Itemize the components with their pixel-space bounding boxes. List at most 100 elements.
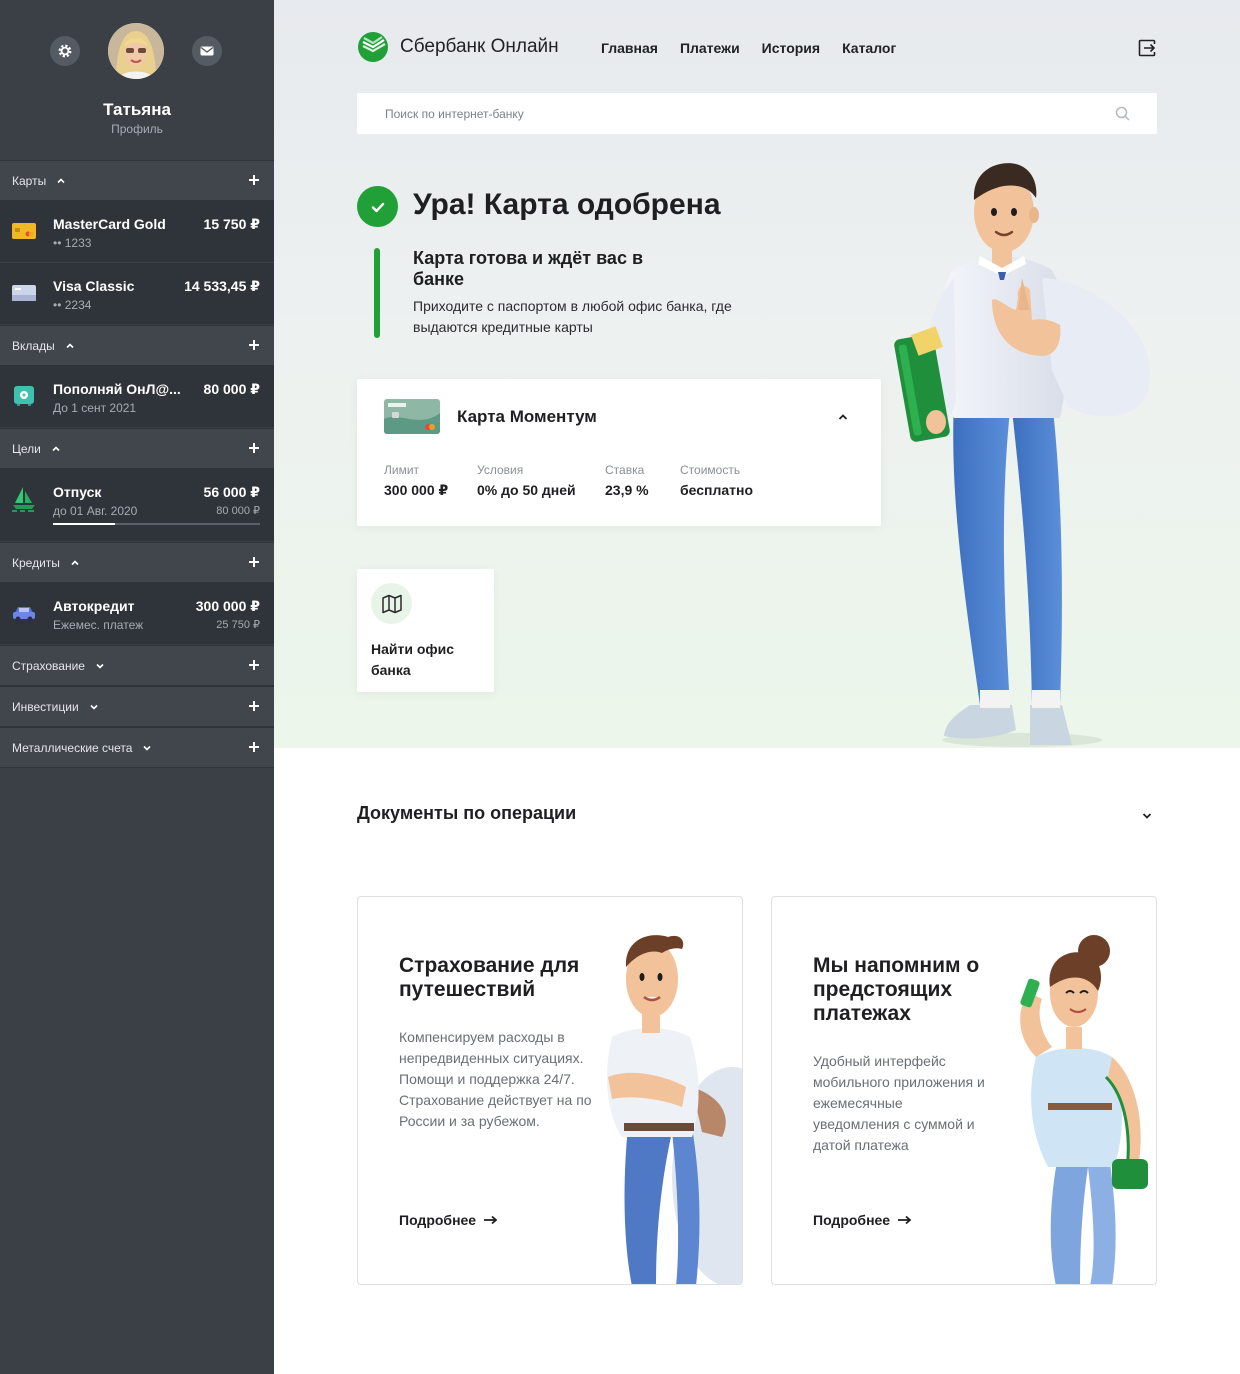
card-title: Карта Моментум [457, 407, 597, 426]
add-insurance-icon[interactable] [248, 659, 260, 671]
credit-payment: 25 750 ₽ [216, 619, 260, 631]
section-label: Вклады [12, 338, 55, 353]
section-insurance-header[interactable]: Страхование [0, 645, 274, 686]
momentum-card-image [384, 399, 440, 434]
section-metal-header[interactable]: Металлические счета [0, 727, 274, 768]
section-label: Карты [12, 173, 47, 188]
profile-block: Татьяна Профиль [0, 0, 274, 160]
profile-link[interactable]: Профиль [0, 122, 274, 136]
brand-logo[interactable]: Сбербанк Онлайн [357, 31, 559, 63]
param-conditions: Условия 0% до 50 дней [477, 463, 576, 498]
credit-name: Автокредит [53, 598, 135, 614]
param-label: Лимит [384, 463, 420, 477]
chevron-up-icon[interactable] [837, 411, 849, 423]
search-box [357, 93, 1157, 134]
credit-payment-label: Ежемес. платеж [53, 618, 144, 632]
documents-title[interactable]: Документы по операции [357, 803, 576, 824]
avatar[interactable] [108, 23, 164, 79]
arrow-right-icon [898, 1215, 912, 1225]
ready-text: Приходите с паспортом в любой офис банка… [413, 298, 732, 335]
chevron-down-icon[interactable] [95, 661, 105, 671]
map-icon [381, 594, 402, 613]
goal-item[interactable]: Отпуск до 01 Авг. 2020 56 000 ₽ 80 000 ₽ [0, 469, 274, 542]
chevron-down-icon[interactable] [1141, 810, 1153, 822]
find-office-button[interactable]: Найти офис банка [357, 569, 494, 692]
goal-amount: 56 000 ₽ [203, 484, 260, 500]
profile-name[interactable]: Татьяна [0, 100, 274, 120]
logout-icon[interactable] [1137, 38, 1157, 58]
chevron-up-icon[interactable] [70, 558, 80, 568]
nav-history[interactable]: История [762, 40, 820, 56]
deposit-date: До 1 сент 2021 [53, 401, 137, 415]
promo-more-link[interactable]: Подробнее [813, 1212, 912, 1228]
search-icon[interactable] [1115, 106, 1130, 121]
section-label: Металлические счета [12, 740, 133, 755]
section-investments-header[interactable]: Инвестиции [0, 686, 274, 727]
add-goal-icon[interactable] [248, 442, 260, 454]
nav-catalog[interactable]: Каталог [842, 40, 896, 56]
goal-progress-fill [53, 523, 116, 525]
section-cards-header[interactable]: Карты [0, 160, 274, 201]
param-value: 23,9 % [605, 482, 649, 498]
goal-target: 80 000 ₽ [216, 505, 260, 517]
add-deposit-icon[interactable] [248, 339, 260, 351]
messages-button[interactable] [192, 36, 222, 66]
more-label: Подробнее [399, 1212, 477, 1228]
param-rate: Ставка 23,9 % [605, 463, 649, 498]
section-deposits-header[interactable]: Вклады [0, 325, 274, 366]
ready-title: Карта готова и ждёт вас в банке [413, 248, 644, 289]
chevron-up-icon[interactable] [56, 176, 66, 186]
search-input[interactable] [385, 93, 1085, 134]
card-number: •• 2234 [53, 298, 92, 312]
section-label: Цели [12, 441, 41, 456]
chevron-down-icon[interactable] [89, 702, 99, 712]
gear-icon [58, 44, 72, 58]
param-label: Условия [477, 463, 524, 477]
goal-name: Отпуск [53, 484, 102, 500]
nav-payments[interactable]: Платежи [680, 40, 740, 56]
card-name: Visa Classic [53, 278, 135, 294]
param-label: Ставка [605, 463, 645, 477]
card-balance: 14 533,45 ₽ [184, 278, 260, 294]
add-credit-icon[interactable] [248, 556, 260, 568]
credit-amount: 300 000 ₽ [195, 598, 260, 614]
card-number: •• 1233 [53, 236, 92, 250]
brand-name: Сбербанк Онлайн [400, 36, 559, 57]
goal-date: до 01 Авг. 2020 [53, 504, 138, 518]
promo-travel-insurance[interactable]: Страхование для путешествий Компенсируем… [357, 896, 743, 1285]
promo-text: Компенсируем расходы в непредвиденных си… [399, 1029, 592, 1129]
woman-phone-illustration [1020, 935, 1148, 1284]
checkmark-icon [371, 202, 384, 212]
param-value: 0% до 50 дней [477, 482, 576, 498]
chevron-up-icon[interactable] [51, 444, 61, 454]
credit-item[interactable]: Автокредит Ежемес. платеж 300 000 ₽ 25 7… [0, 583, 274, 645]
section-label: Инвестиции [12, 699, 79, 714]
chevron-down-icon[interactable] [142, 743, 152, 753]
mail-icon [200, 46, 214, 56]
param-limit: Лимит 300 000 ₽ [384, 463, 448, 499]
add-metal-account-icon[interactable] [248, 741, 260, 753]
section-goals-header[interactable]: Цели [0, 428, 274, 469]
card-item-mastercard[interactable]: MasterCard Gold •• 1233 15 750 ₽ [0, 201, 274, 263]
travel-man-illustration [607, 935, 742, 1284]
chevron-up-icon[interactable] [65, 341, 75, 351]
promo-payment-reminders[interactable]: Мы напомним о предстоящих платежах Удобн… [771, 896, 1157, 1285]
sberbank-logo-icon [358, 32, 388, 62]
accent-bar [374, 248, 380, 338]
card-balance: 15 750 ₽ [203, 216, 260, 232]
nav-main[interactable]: Главная [601, 40, 658, 56]
deposit-item[interactable]: Пополняй ОнЛ@... До 1 сент 2021 80 000 ₽ [0, 366, 274, 428]
section-credits-header[interactable]: Кредиты [0, 542, 274, 583]
deposit-amount: 80 000 ₽ [203, 381, 260, 397]
sailboat-icon [12, 487, 35, 512]
add-investment-icon[interactable] [248, 700, 260, 712]
card-name: MasterCard Gold [53, 216, 166, 232]
approval-title: Ура! Карта одобрена [413, 188, 721, 221]
success-check [357, 186, 398, 227]
add-card-icon[interactable] [248, 174, 260, 186]
param-value: 300 000 ₽ [384, 482, 449, 498]
map-icon-circle [371, 583, 412, 624]
settings-button[interactable] [50, 36, 80, 66]
promo-more-link[interactable]: Подробнее [399, 1212, 498, 1228]
card-item-visa[interactable]: Visa Classic •• 2234 14 533,45 ₽ [0, 263, 274, 325]
